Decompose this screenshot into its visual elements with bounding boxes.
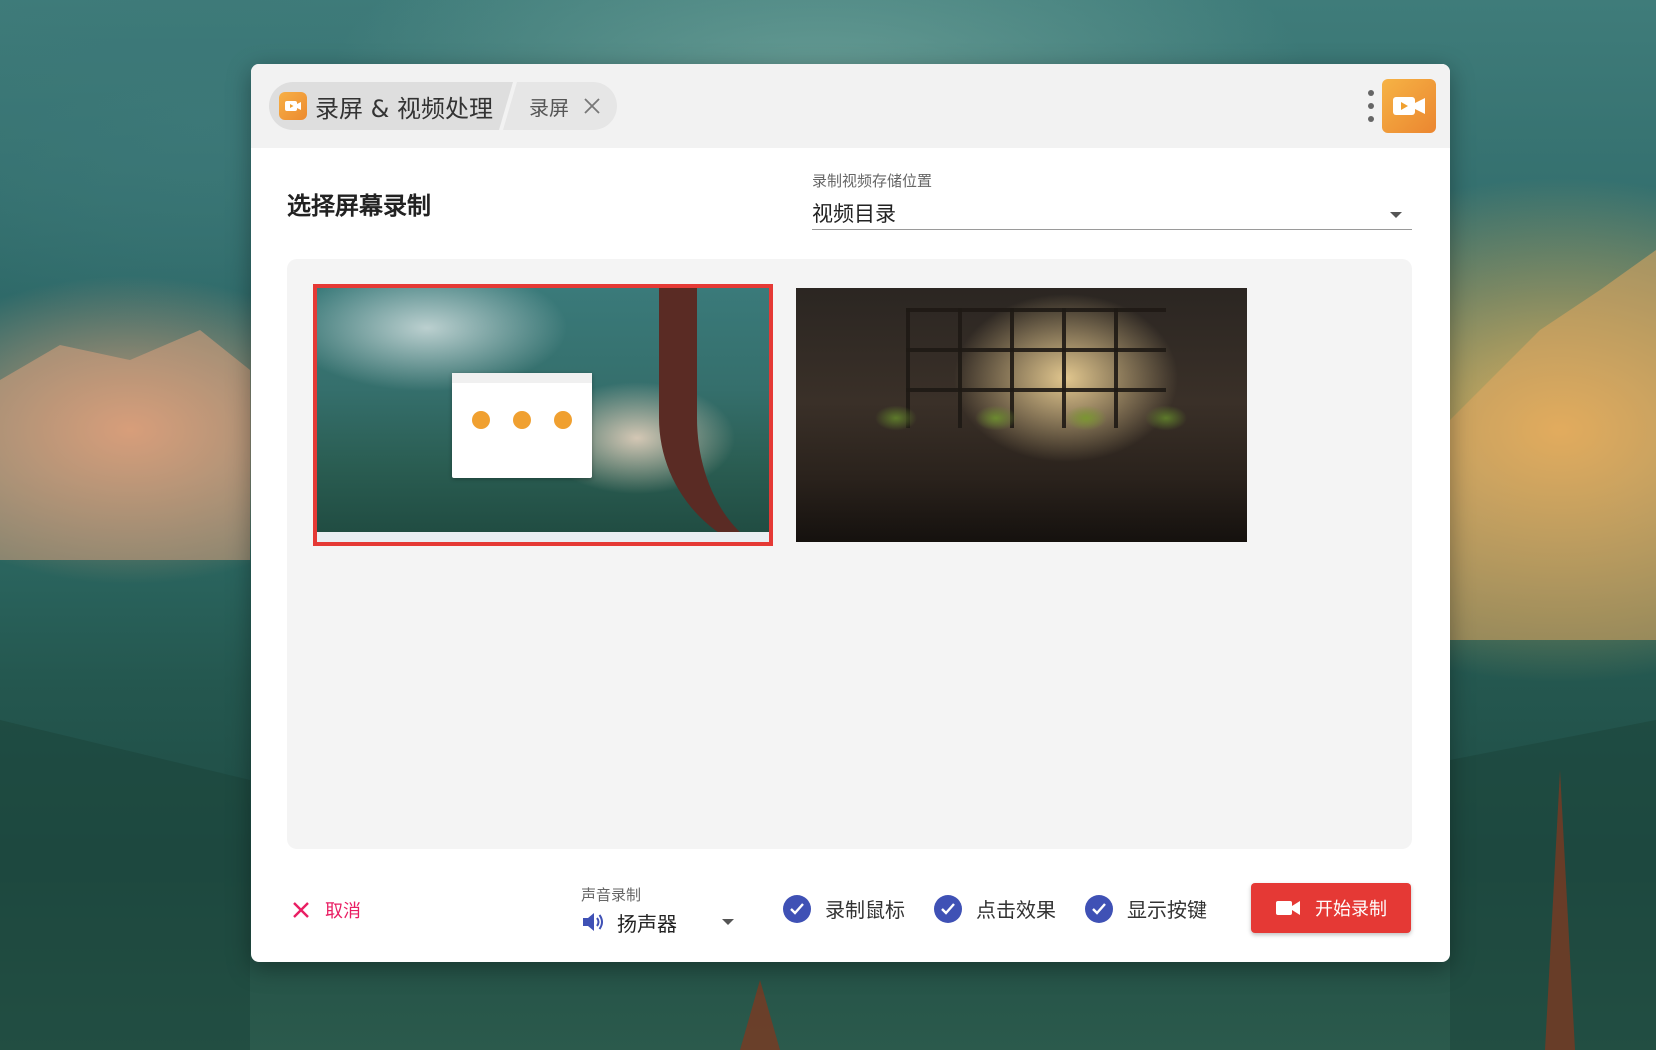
- audio-record-label: 声音录制: [581, 886, 642, 904]
- cancel-button[interactable]: 取消: [291, 897, 361, 923]
- check-icon: [783, 894, 811, 923]
- storage-location-value: 视频目录: [812, 202, 896, 226]
- click-effect-checkbox[interactable]: 点击效果: [934, 894, 1056, 923]
- tab-record-label: 录屏: [528, 95, 569, 120]
- breadcrumb: 录屏 & 视频处理 录屏: [269, 82, 617, 130]
- check-icon: [934, 894, 962, 923]
- dropdown-arrow-icon: [722, 919, 734, 925]
- screen-thumbnail-1[interactable]: [313, 284, 773, 546]
- tab-record[interactable]: 录屏: [502, 82, 617, 130]
- storage-location-select[interactable]: 视频目录: [812, 190, 1412, 230]
- screen-thumbnail-2[interactable]: [796, 288, 1247, 542]
- more-vert-icon[interactable]: [1363, 86, 1379, 126]
- click-effect-label: 点击效果: [976, 898, 1056, 922]
- audio-source-value: 扬声器: [617, 911, 677, 936]
- show-keys-label: 显示按键: [1127, 898, 1207, 922]
- screen-list: [287, 259, 1412, 849]
- app-logo-icon[interactable]: [1382, 79, 1436, 133]
- videocam-icon: [1276, 901, 1300, 915]
- start-recording-button[interactable]: 开始录制: [1251, 883, 1411, 933]
- breadcrumb-home[interactable]: 录屏 & 视频处理: [269, 82, 513, 130]
- close-icon[interactable]: [581, 95, 603, 117]
- storage-location-label: 录制视频存储位置: [812, 172, 933, 190]
- record-mouse-label: 录制鼠标: [825, 898, 905, 922]
- page-title: 选择屏幕录制: [287, 192, 431, 220]
- cancel-label: 取消: [325, 901, 361, 922]
- cancel-x-icon: [293, 902, 309, 918]
- screen-1-app-window-preview: [452, 373, 592, 478]
- check-icon: [1085, 894, 1113, 923]
- app-window: 录屏 & 视频处理 录屏 选择屏幕录制 录制视频存储位置 视频目录 取消 声音录…: [251, 64, 1450, 962]
- dropdown-arrow-icon: [1390, 212, 1402, 218]
- record-mouse-checkbox[interactable]: 录制鼠标: [783, 894, 905, 923]
- footer-bar: 取消 声音录制 扬声器 录制鼠标 点击效果 显示按键 开始录制: [251, 864, 1450, 962]
- show-keys-checkbox[interactable]: 显示按键: [1085, 894, 1207, 923]
- speaker-icon: [583, 913, 603, 931]
- title-bar: 录屏 & 视频处理 录屏: [251, 64, 1450, 148]
- app-title: 录屏 & 视频处理: [315, 94, 493, 123]
- audio-source-select[interactable]: 扬声器: [581, 904, 741, 940]
- start-recording-label: 开始录制: [1315, 899, 1387, 920]
- app-icon: [279, 92, 307, 120]
